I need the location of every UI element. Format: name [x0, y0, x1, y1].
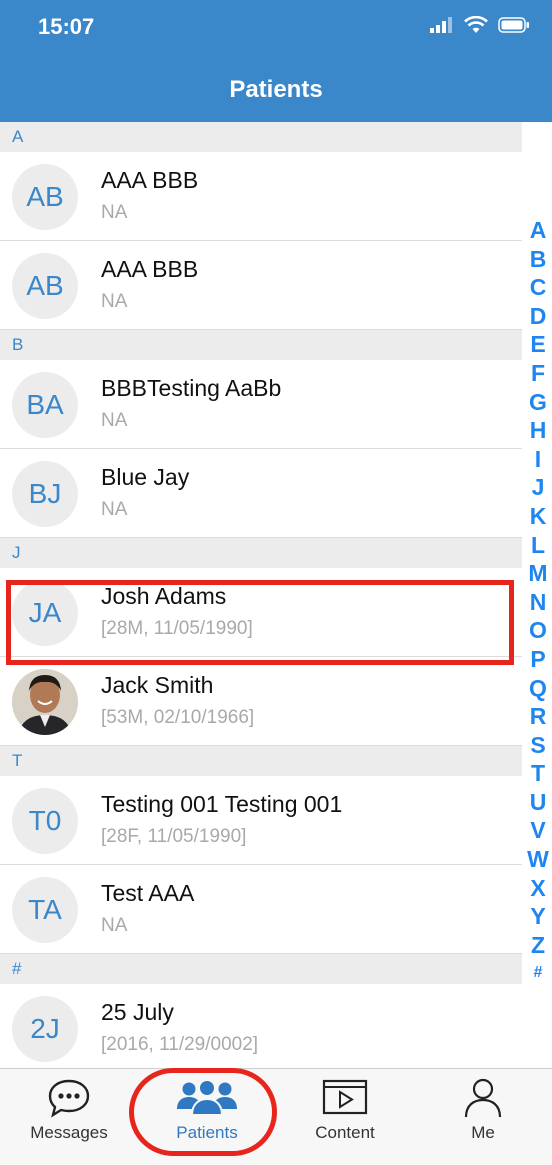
patient-name: 25 July: [101, 999, 174, 1025]
index-letter-s[interactable]: S: [524, 731, 552, 760]
tab-label: Me: [471, 1123, 495, 1142]
patient-list[interactable]: A AB AAA BBB NA AB AAA BBB NA B BA BBBTe…: [0, 122, 522, 1068]
section-header-hash: #: [0, 954, 522, 984]
index-letter-o[interactable]: O: [524, 616, 552, 645]
patient-detail: [28M, 11/05/1990]: [101, 618, 253, 639]
video-play-icon: [322, 1079, 368, 1115]
patient-name: Test AAA: [101, 880, 195, 906]
tab-label: Content: [315, 1123, 375, 1142]
patient-detail: NA: [101, 915, 128, 936]
patient-detail: NA: [101, 202, 128, 223]
alphabet-index[interactable]: A B C D E F G H I J K L M N O P Q R S T …: [524, 216, 552, 988]
patient-name: Jack Smith: [101, 672, 214, 698]
avatar-photo: [12, 669, 78, 735]
patient-name: AAA BBB: [101, 256, 199, 282]
patient-detail: [53M, 02/10/1966]: [101, 707, 255, 728]
patient-row[interactable]: AB AAA BBB NA: [0, 152, 522, 241]
avatar: AB: [12, 253, 78, 319]
patient-row[interactable]: Jack Smith [53M, 02/10/1966]: [0, 657, 522, 746]
patient-row[interactable]: TA Test AAA NA: [0, 865, 522, 954]
index-letter-b[interactable]: B: [524, 245, 552, 274]
signal-icon: [430, 17, 452, 33]
patient-name: Josh Adams: [101, 583, 227, 609]
avatar: TA: [12, 877, 78, 943]
patient-row[interactable]: BJ Blue Jay NA: [0, 449, 522, 538]
index-letter-g[interactable]: G: [524, 388, 552, 417]
section-header-a: A: [0, 122, 522, 152]
patient-detail: NA: [101, 499, 128, 520]
patient-name: Testing 001 Testing 001: [101, 791, 343, 817]
tab-messages[interactable]: Messages: [0, 1069, 138, 1165]
avatar: AB: [12, 164, 78, 230]
index-letter-r[interactable]: R: [524, 702, 552, 731]
tab-me[interactable]: Me: [414, 1069, 552, 1165]
patient-name: Blue Jay: [101, 464, 190, 490]
section-header-j: J: [0, 538, 522, 568]
status-icons: [430, 16, 530, 34]
chat-bubble-icon: [48, 1079, 90, 1118]
top-header: 15:07 Patients: [0, 0, 552, 122]
tab-label: Patients: [176, 1123, 238, 1142]
avatar: JA: [12, 580, 78, 646]
person-icon: [464, 1078, 502, 1118]
index-letter-f[interactable]: F: [524, 359, 552, 388]
index-letter-m[interactable]: M: [524, 559, 552, 588]
patient-row[interactable]: AB AAA BBB NA: [0, 241, 522, 330]
index-letter-hash[interactable]: #: [524, 959, 552, 988]
patient-name: BBBTesting AaBb: [101, 375, 282, 401]
patient-row[interactable]: 2J 25 July [2016, 11/29/0002]: [0, 984, 522, 1068]
avatar: BJ: [12, 461, 78, 527]
avatar: BA: [12, 372, 78, 438]
index-letter-a[interactable]: A: [524, 216, 552, 245]
tab-patients[interactable]: Patients: [138, 1069, 276, 1165]
avatar: T0: [12, 788, 78, 854]
index-letter-z[interactable]: Z: [524, 931, 552, 960]
index-letter-c[interactable]: C: [524, 273, 552, 302]
patient-detail: [28F, 11/05/1990]: [101, 826, 247, 847]
index-letter-e[interactable]: E: [524, 330, 552, 359]
index-letter-n[interactable]: N: [524, 588, 552, 617]
index-letter-p[interactable]: P: [524, 645, 552, 674]
index-letter-d[interactable]: D: [524, 302, 552, 331]
patient-row[interactable]: BA BBBTesting AaBb NA: [0, 360, 522, 449]
patient-detail: NA: [101, 410, 128, 431]
index-letter-i[interactable]: I: [524, 445, 552, 474]
person-photo-icon: [12, 669, 78, 735]
index-letter-w[interactable]: W: [524, 845, 552, 874]
tab-content[interactable]: Content: [276, 1069, 414, 1165]
index-letter-y[interactable]: Y: [524, 902, 552, 931]
status-time: 15:07: [38, 14, 95, 39]
battery-icon: [498, 17, 529, 33]
section-header-t: T: [0, 746, 522, 776]
index-letter-h[interactable]: H: [524, 416, 552, 445]
wifi-icon: [464, 16, 488, 33]
tab-label: Messages: [30, 1123, 108, 1142]
tab-bar: Messages Patients Content Me: [0, 1068, 552, 1165]
index-letter-u[interactable]: U: [524, 788, 552, 817]
patient-row[interactable]: T0 Testing 001 Testing 001 [28F, 11/05/1…: [0, 776, 522, 865]
patient-detail: NA: [101, 291, 128, 312]
patient-name: AAA BBB: [101, 167, 199, 193]
patient-row-josh-adams[interactable]: JA Josh Adams [28M, 11/05/1990]: [0, 568, 522, 657]
index-letter-x[interactable]: X: [524, 874, 552, 903]
index-letter-j[interactable]: J: [524, 473, 552, 502]
index-letter-k[interactable]: K: [524, 502, 552, 531]
patient-detail: [2016, 11/29/0002]: [101, 1034, 259, 1055]
index-letter-v[interactable]: V: [524, 816, 552, 845]
status-bar: 15:07: [0, 0, 552, 56]
people-group-icon: [177, 1079, 237, 1116]
section-header-b: B: [0, 330, 522, 360]
page-title: Patients: [229, 76, 323, 103]
index-letter-q[interactable]: Q: [524, 674, 552, 703]
avatar: 2J: [12, 996, 78, 1062]
index-letter-l[interactable]: L: [524, 531, 552, 560]
index-letter-t[interactable]: T: [524, 759, 552, 788]
